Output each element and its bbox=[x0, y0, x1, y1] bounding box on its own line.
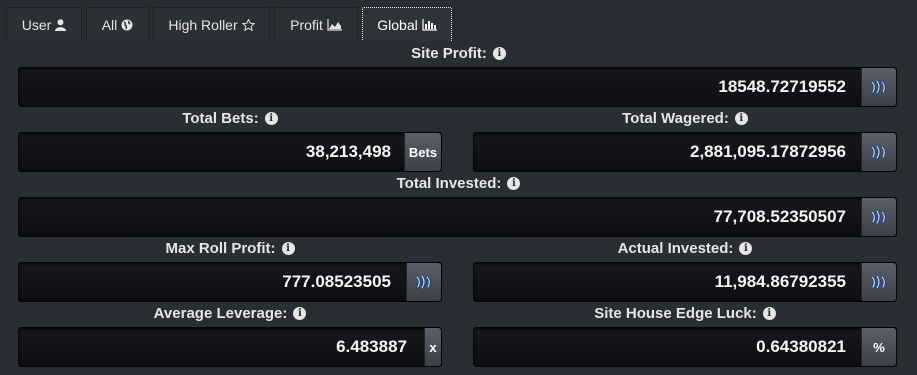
globe-icon bbox=[121, 19, 133, 31]
steem-icon bbox=[861, 198, 896, 236]
tab-label: All bbox=[101, 17, 118, 33]
tab-global[interactable]: Global bbox=[362, 7, 452, 42]
tab-profit[interactable]: Profit bbox=[274, 7, 358, 42]
site-profit-value: 18548.72719552 bbox=[718, 77, 846, 96]
steem-icon bbox=[861, 68, 896, 106]
tab-user[interactable]: User bbox=[6, 7, 82, 42]
tab-label: High Roller bbox=[168, 17, 238, 33]
info-icon[interactable]: i bbox=[492, 47, 506, 60]
actual-invested-label: Actual Invested: bbox=[617, 240, 734, 257]
total-bets-label: Total Bets: bbox=[182, 110, 259, 127]
info-icon[interactable]: i bbox=[264, 112, 278, 125]
total-wagered-value: 2,881,095.17872956 bbox=[690, 142, 846, 161]
total-invested-field: 77,708.52350507 bbox=[18, 197, 897, 237]
total-invested-value: 77,708.52350507 bbox=[713, 207, 846, 226]
site-profit-label-row: Site Profit: i bbox=[0, 45, 917, 62]
actual-invested-label-row: Actual Invested: i bbox=[473, 240, 897, 257]
total-invested-label-row: Total Invested: i bbox=[0, 175, 917, 192]
tab-all[interactable]: All bbox=[86, 7, 149, 42]
percent-unit-addon: % bbox=[861, 328, 896, 366]
total-invested-label: Total Invested: bbox=[396, 175, 502, 192]
max-roll-profit-field: 777.08523505 bbox=[18, 262, 442, 302]
max-roll-profit-label-row: Max Roll Profit: i bbox=[18, 240, 442, 257]
area-chart-icon bbox=[327, 19, 342, 31]
total-bets-field: 38,213,498 Bets bbox=[18, 132, 442, 172]
max-roll-profit-value: 777.08523505 bbox=[282, 272, 391, 291]
house-edge-luck-value: 0.64380821 bbox=[756, 337, 846, 356]
tab-high-roller[interactable]: High Roller bbox=[153, 7, 270, 42]
info-icon[interactable]: i bbox=[293, 307, 307, 320]
info-icon[interactable]: i bbox=[281, 242, 295, 255]
user-icon bbox=[55, 19, 67, 31]
site-profit-field: 18548.72719552 bbox=[18, 67, 897, 107]
leverage-unit-addon: x bbox=[424, 328, 441, 366]
total-wagered-field: 2,881,095.17872956 bbox=[473, 132, 897, 172]
house-edge-luck-label-row: Site House Edge Luck: i bbox=[473, 305, 897, 322]
house-edge-luck-label: Site House Edge Luck: bbox=[594, 305, 757, 322]
site-profit-label: Site Profit: bbox=[411, 45, 487, 62]
average-leverage-field: 6.483887 x bbox=[18, 327, 442, 367]
star-outline-icon bbox=[241, 19, 255, 31]
steem-icon bbox=[861, 263, 896, 301]
tab-label: Profit bbox=[290, 17, 323, 33]
total-bets-value: 38,213,498 bbox=[305, 142, 391, 161]
steem-icon bbox=[406, 263, 441, 301]
tab-label: Global bbox=[377, 16, 418, 33]
info-icon[interactable]: i bbox=[734, 112, 748, 125]
average-leverage-label: Average Leverage: bbox=[153, 305, 288, 322]
info-icon[interactable]: i bbox=[507, 177, 521, 190]
total-bets-label-row: Total Bets: i bbox=[18, 110, 442, 127]
house-edge-luck-field: 0.64380821 % bbox=[473, 327, 897, 367]
total-wagered-label: Total Wagered: bbox=[622, 110, 729, 127]
average-leverage-value: 6.483887 bbox=[336, 337, 407, 356]
actual-invested-value: 11,984.86792355 bbox=[714, 272, 846, 291]
max-roll-profit-label: Max Roll Profit: bbox=[165, 240, 276, 257]
tab-label: User bbox=[21, 17, 52, 33]
info-icon[interactable]: i bbox=[762, 307, 776, 320]
bar-chart-icon bbox=[422, 18, 437, 31]
stats-tabs: User All High Roller Profit Global bbox=[6, 7, 456, 42]
average-leverage-label-row: Average Leverage: i bbox=[18, 305, 442, 322]
info-icon[interactable]: i bbox=[739, 242, 753, 255]
steem-icon bbox=[861, 133, 896, 171]
actual-invested-field: 11,984.86792355 bbox=[473, 262, 897, 302]
bets-unit-addon: Bets bbox=[404, 133, 441, 171]
total-wagered-label-row: Total Wagered: i bbox=[473, 110, 897, 127]
